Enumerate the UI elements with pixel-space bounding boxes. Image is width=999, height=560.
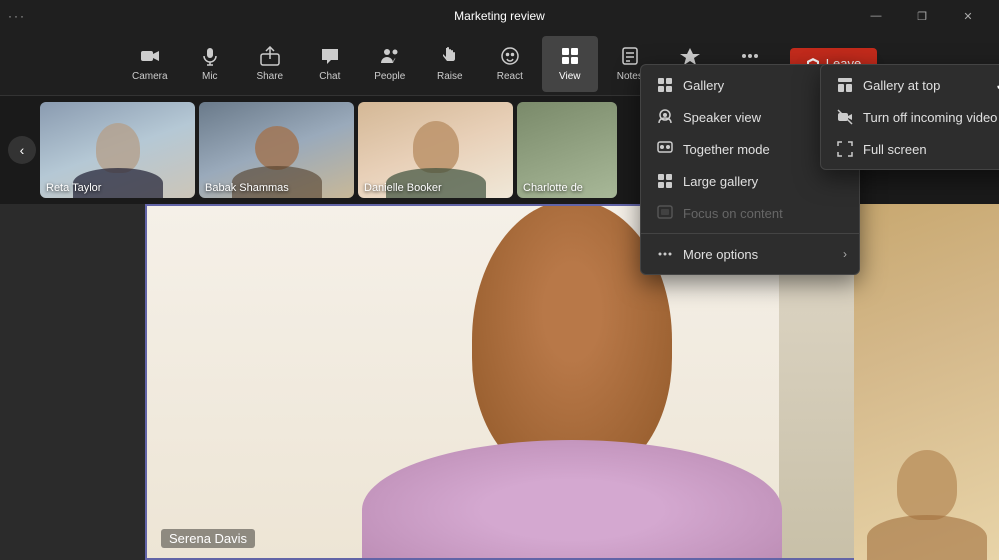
gallery-label: Gallery — [683, 78, 724, 93]
toolbar-mic[interactable]: Mic — [182, 36, 238, 92]
notes-label: Notes — [617, 71, 643, 82]
strip-prev-arrow[interactable]: ‹ — [8, 136, 36, 164]
toolbar-chat[interactable]: Chat — [302, 36, 358, 92]
side-video-panel — [854, 204, 999, 560]
raise-label: Raise — [437, 71, 463, 82]
gallery-top-checkmark: ✓ — [995, 77, 999, 94]
toolbar-share[interactable]: Share — [242, 36, 298, 92]
share-label: Share — [256, 71, 283, 82]
mic-label: Mic — [202, 71, 218, 82]
people-icon — [380, 46, 400, 69]
toolbar-people[interactable]: People — [362, 36, 418, 92]
raise-icon — [440, 46, 460, 69]
toolbar-camera[interactable]: Camera — [122, 36, 178, 92]
more-options-label: More options — [683, 247, 758, 262]
gallery-top-icon — [837, 77, 853, 93]
chat-label: Chat — [319, 71, 340, 82]
thumb-name-2: Babak Shammas — [205, 182, 289, 194]
toolbar-react[interactable]: React — [482, 36, 538, 92]
thumbnail-4[interactable]: Charlotte de — [517, 102, 617, 198]
thumb-name-3: Danielle Booker — [364, 182, 442, 194]
turn-off-video-label: Turn off incoming video — [863, 110, 997, 125]
window-controls: — ❐ ✕ — [853, 0, 991, 32]
share-icon — [260, 46, 280, 69]
title-bar: ··· Marketing review — ❐ ✕ — [0, 0, 999, 32]
together-icon — [657, 141, 673, 157]
speaker-label: Speaker view — [683, 110, 761, 125]
gallery-icon — [657, 77, 673, 93]
close-button[interactable]: ✕ — [945, 0, 991, 32]
view-label: View — [559, 71, 581, 82]
react-icon — [500, 46, 520, 69]
toolbar-raise[interactable]: Raise — [422, 36, 478, 92]
menu-item-full-screen[interactable]: Full screen — [821, 133, 999, 165]
speaker-icon — [657, 109, 673, 125]
more-options-icon — [657, 246, 673, 262]
maximize-button[interactable]: ❐ — [899, 0, 945, 32]
together-label: Together mode — [683, 142, 770, 157]
menu-item-gallery-top[interactable]: Gallery at top ✓ — [821, 69, 999, 101]
main-video-label: Serena Davis — [161, 529, 255, 548]
full-screen-icon — [837, 141, 853, 157]
turn-off-video-icon — [837, 109, 853, 125]
full-screen-label: Full screen — [863, 142, 927, 157]
thumbnail-1[interactable]: Reta Taylor — [40, 102, 195, 198]
large-gallery-label: Large gallery — [683, 174, 758, 189]
thumbnail-2[interactable]: Babak Shammas — [199, 102, 354, 198]
react-label: React — [497, 71, 523, 82]
people-label: People — [374, 71, 405, 82]
focus-label: Focus on content — [683, 206, 783, 221]
menu-divider — [641, 233, 859, 234]
toolbar-view[interactable]: View — [542, 36, 598, 92]
title-bar-dots: ··· — [8, 9, 26, 23]
minimize-button[interactable]: — — [853, 0, 899, 32]
gallery-top-label: Gallery at top — [863, 78, 940, 93]
view-submenu: Gallery at top ✓ Turn off incoming video… — [820, 64, 999, 170]
view-icon — [560, 46, 580, 69]
notes-icon — [620, 46, 640, 69]
camera-icon — [140, 46, 160, 69]
focus-icon — [657, 205, 673, 221]
camera-label: Camera — [132, 71, 168, 82]
thumbnail-3[interactable]: Danielle Booker — [358, 102, 513, 198]
more-options-arrow: › — [843, 247, 847, 261]
mic-icon — [200, 46, 220, 69]
window-title: Marketing review — [454, 9, 545, 23]
thumb-name-4: Charlotte de — [523, 182, 583, 194]
menu-item-more-options[interactable]: More options › — [641, 238, 859, 270]
thumb-name-1: Reta Taylor — [46, 182, 101, 194]
menu-item-turn-off-video[interactable]: Turn off incoming video — [821, 101, 999, 133]
large-gallery-icon — [657, 173, 673, 189]
menu-item-focus: Focus on content — [641, 197, 859, 229]
chat-icon — [320, 46, 340, 69]
